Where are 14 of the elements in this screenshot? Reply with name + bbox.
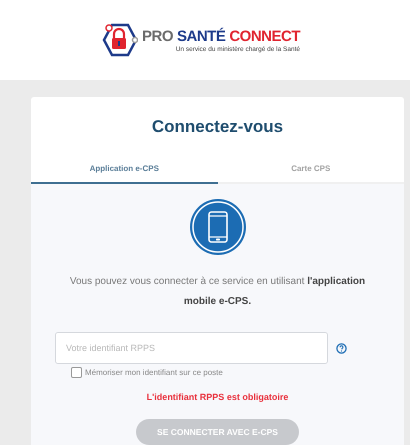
help-icon[interactable] <box>336 342 347 354</box>
page-title: Connectez-vous <box>150 116 284 138</box>
rpps-input-field[interactable]: Votre identifiant RPPS <box>55 332 328 364</box>
error-message: L'identifiant RPPS est obligatoire <box>146 392 288 402</box>
remember-label: Mémoriser mon identifiant sur ce poste <box>85 368 223 377</box>
padlock-logo-icon <box>100 21 138 59</box>
tab[interactable]: Application e-CPS <box>31 164 218 184</box>
intro-text: Vous pouvez vous connecter à ce service en utilisant l'application mobile e-CPS. <box>68 275 366 309</box>
smartphone-icon <box>188 198 246 256</box>
tab[interactable]: Carte CPS <box>218 164 404 184</box>
brand-word: PRO <box>142 28 173 44</box>
brand-word: SANTÉ <box>177 28 226 44</box>
brand-word: CONNECT <box>229 28 300 44</box>
remember-checkbox[interactable] <box>71 367 82 378</box>
